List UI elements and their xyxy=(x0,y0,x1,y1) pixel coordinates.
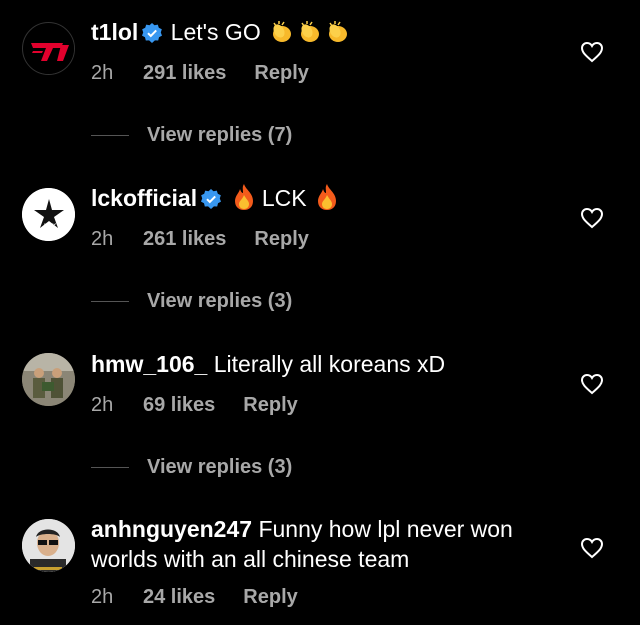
fire-icon xyxy=(315,183,339,218)
divider-line xyxy=(91,467,129,468)
comment-text: LCK xyxy=(261,185,307,211)
comment-meta: 2h 24 likes Reply xyxy=(91,586,298,609)
reply-button[interactable]: Reply xyxy=(243,586,297,609)
comment-time: 2h xyxy=(91,62,114,84)
view-replies-button[interactable]: View replies (3) xyxy=(91,290,292,313)
comment-time: 2h xyxy=(91,394,114,416)
fire-icon xyxy=(232,183,256,218)
username[interactable]: t1lol xyxy=(91,19,138,45)
comment-text-line: lckofficial LCK xyxy=(91,183,550,218)
like-heart-icon[interactable] xyxy=(580,373,604,395)
comment-text-line: anhnguyen247 Funny how lpl never won wor… xyxy=(91,514,550,574)
comment-meta: 2h 291 likes Reply xyxy=(91,62,309,85)
t1-logo-icon xyxy=(23,23,74,74)
comment-text-line: t1lol Let's GO xyxy=(91,17,550,52)
user-photo-icon xyxy=(22,353,75,406)
username[interactable]: hmw_106_ xyxy=(91,351,207,377)
avatar-t1lol[interactable] xyxy=(22,22,75,75)
divider-line xyxy=(91,135,129,136)
avatar-hmw-106[interactable] xyxy=(22,353,75,406)
username[interactable]: lckofficial xyxy=(91,185,197,211)
likes-count[interactable]: 24 likes xyxy=(143,586,215,609)
user-photo-icon xyxy=(22,519,75,572)
avatar-anhnguyen247[interactable] xyxy=(22,519,75,572)
verified-badge-icon xyxy=(201,186,222,209)
likes-count[interactable]: 261 likes xyxy=(143,228,226,251)
view-replies-label: View replies (3) xyxy=(147,456,293,478)
view-replies-button[interactable]: View replies (3) xyxy=(91,456,292,479)
clapping-hands-icon xyxy=(325,19,351,52)
like-heart-icon[interactable] xyxy=(580,207,604,229)
likes-count[interactable]: 69 likes xyxy=(143,394,215,417)
lck-logo-icon: LCK xyxy=(22,188,75,241)
verified-badge-icon xyxy=(142,20,163,43)
comment-time: 2h xyxy=(91,228,114,250)
like-heart-icon[interactable] xyxy=(580,537,604,559)
reply-button[interactable]: Reply xyxy=(243,394,297,417)
view-replies-label: View replies (7) xyxy=(147,124,293,146)
like-heart-icon[interactable] xyxy=(580,41,604,63)
comment-time: 2h xyxy=(91,586,114,608)
reply-button[interactable]: Reply xyxy=(254,228,308,251)
svg-text:LCK: LCK xyxy=(44,224,57,230)
view-replies-label: View replies (3) xyxy=(147,290,293,312)
clapping-hands-icon xyxy=(269,19,295,52)
username[interactable]: anhnguyen247 xyxy=(91,516,252,542)
likes-count[interactable]: 291 likes xyxy=(143,62,226,85)
comment-meta: 2h 261 likes Reply xyxy=(91,228,309,251)
divider-line xyxy=(91,301,129,302)
comment-text: Let's GO xyxy=(170,19,261,45)
view-replies-button[interactable]: View replies (7) xyxy=(91,124,292,147)
clapping-hands-icon xyxy=(297,19,323,52)
avatar-lckofficial[interactable]: LCK xyxy=(22,188,75,241)
reply-button[interactable]: Reply xyxy=(254,62,308,85)
comment-text: Literally all koreans xD xyxy=(213,351,446,377)
comment-meta: 2h 69 likes Reply xyxy=(91,394,298,417)
comment-text-line: hmw_106_ Literally all koreans xD xyxy=(91,349,550,379)
